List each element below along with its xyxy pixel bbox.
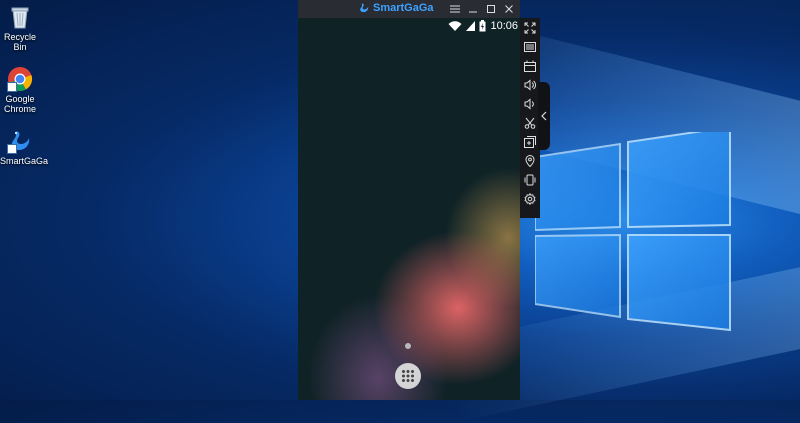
desktop-icon-smartgaga[interactable]: SmartGaGa [0, 128, 48, 166]
emulator-window: SmartGaGa 10:06 [298, 0, 520, 400]
smartgaga-swan-icon [7, 128, 33, 154]
volume-down-icon[interactable] [522, 96, 538, 112]
scissors-icon[interactable] [522, 115, 538, 131]
emulator-brand: SmartGaGa [358, 2, 434, 14]
app-drawer-button[interactable] [395, 363, 421, 389]
smartgaga-logo-icon [360, 3, 369, 13]
location-icon[interactable] [522, 153, 538, 169]
desktop-icon-label: Google Chrome [3, 94, 36, 114]
desktop-icon-google-chrome[interactable]: Google Chrome [0, 66, 40, 114]
signal-icon [466, 21, 476, 31]
shortcut-arrow-icon [7, 82, 17, 92]
toolbar-collapse-tab[interactable] [538, 82, 550, 150]
desktop-icon-recycle-bin[interactable]: Recycle Bin [0, 4, 40, 52]
status-time: 10:06 [490, 20, 518, 32]
chrome-icon [7, 66, 33, 92]
add-app-icon[interactable] [522, 134, 538, 150]
android-status-bar: 10:06 [448, 18, 518, 34]
emulator-side-toolbar [520, 18, 540, 218]
emulator-title: SmartGaGa [373, 2, 434, 14]
windows-logo [535, 132, 731, 332]
emulator-titlebar[interactable]: SmartGaGa [298, 0, 520, 18]
close-icon[interactable] [500, 0, 518, 18]
android-screen[interactable]: 10:06 [298, 18, 520, 400]
desktop-icon-label: Recycle Bin [3, 32, 36, 52]
window-controls [446, 0, 518, 18]
shortcut-arrow-icon [7, 144, 17, 154]
chevron-left-icon [541, 111, 547, 121]
desktop-icon-label: SmartGaGa [0, 156, 49, 166]
home-page-indicator [405, 343, 411, 349]
restore-icon[interactable] [482, 0, 500, 18]
minimize-icon[interactable] [464, 0, 482, 18]
battery-charging-icon [479, 20, 486, 32]
volume-up-icon[interactable] [522, 77, 538, 93]
recycle-bin-icon [7, 4, 33, 30]
screen-record-icon[interactable] [522, 58, 538, 74]
app-grid-icon [402, 370, 414, 382]
fullscreen-icon[interactable] [522, 20, 538, 36]
wifi-icon [448, 20, 462, 31]
menu-icon[interactable] [446, 0, 464, 18]
keyboard-icon[interactable] [522, 39, 538, 55]
settings-icon[interactable] [522, 191, 538, 207]
shake-icon[interactable] [522, 172, 538, 188]
